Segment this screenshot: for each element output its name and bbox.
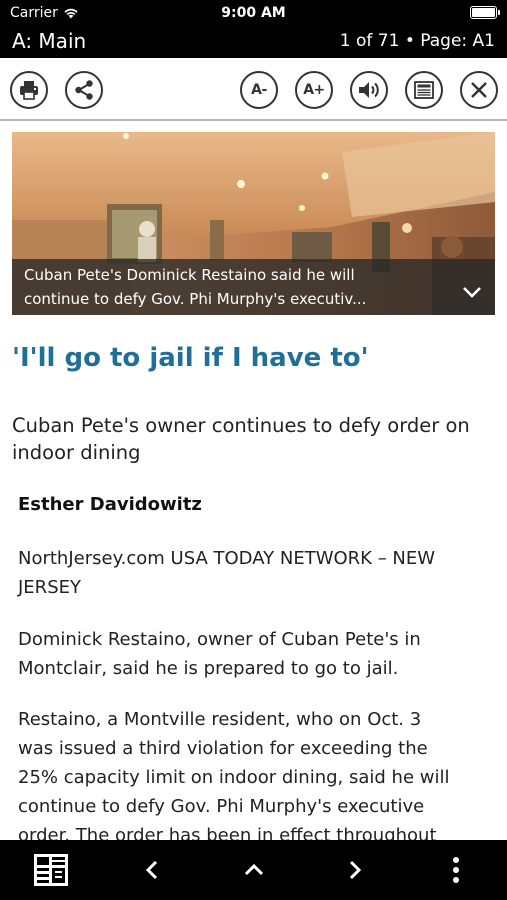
font-decrease-button[interactable]: A-: [240, 71, 278, 109]
article-headline: 'I'll go to jail if I have to': [12, 343, 369, 373]
chevron-down-icon[interactable]: [461, 285, 483, 299]
paragraph-line: order. The order has been in effect thro…: [18, 825, 437, 840]
print-button[interactable]: [10, 71, 48, 109]
next-article-button[interactable]: [337, 852, 373, 888]
article-subhead: Cuban Pete's owner continues to defy ord…: [12, 414, 470, 464]
page-thumbnails-icon: [34, 854, 68, 886]
paragraph-line: Restaino, a Montville resident, who on O…: [18, 709, 422, 730]
close-button[interactable]: [460, 71, 498, 109]
share-button[interactable]: [65, 71, 103, 109]
font-increase-button[interactable]: A+: [295, 71, 333, 109]
clock: 9:00 AM: [221, 5, 286, 21]
article-source: NorthJersey.com USA TODAY NETWORK – NEW …: [18, 548, 436, 598]
article-paragraph: Dominick Restaino, owner of Cuban Pete's…: [18, 629, 421, 679]
article-paragraph: Restaino, a Montville resident, who on O…: [18, 705, 498, 840]
chevron-left-icon: [145, 860, 158, 880]
chevron-up-icon: [244, 863, 264, 876]
chevron-right-icon: [349, 860, 362, 880]
article-byline: Esther Davidowitz: [18, 494, 202, 515]
read-aloud-button[interactable]: [350, 71, 388, 109]
photo-caption[interactable]: Cuban Pete's Dominick Restaino said he w…: [12, 259, 495, 315]
battery-icon: [470, 6, 500, 19]
close-icon: [471, 82, 487, 98]
article-photo[interactable]: Cuban Pete's Dominick Restaino said he w…: [12, 132, 495, 315]
font-decrease-label: A-: [251, 82, 267, 98]
paragraph-line: 25% capacity limit on indoor dining, sai…: [18, 767, 450, 788]
scroll-up-button[interactable]: [236, 852, 272, 888]
bottom-navigation: [0, 840, 507, 900]
font-increase-label: A+: [303, 82, 325, 98]
paragraph-line: continue to defy Gov. Phi Murphy's execu…: [18, 796, 425, 817]
newspaper-icon: [414, 81, 434, 99]
speaker-icon: [359, 82, 379, 98]
printer-icon: [20, 81, 38, 100]
page-thumbnails-button[interactable]: [33, 852, 69, 888]
previous-article-button[interactable]: [134, 852, 170, 888]
share-icon: [75, 80, 93, 100]
more-options-button[interactable]: [438, 852, 474, 888]
paragraph-line: was issued a third violation for exceedi…: [18, 738, 428, 759]
more-vertical-icon: [453, 857, 459, 883]
top-header: Carrier 9:00 AM A: Main 1 of 71 • Page: …: [0, 0, 507, 58]
page-view-button[interactable]: [405, 71, 443, 109]
caption-line-2: continue to defy Gov. Phi Murphy's execu…: [24, 290, 367, 308]
reader-toolbar: A- A+: [0, 58, 507, 121]
screen-content: Carrier 9:00 AM A: Main 1 of 71 • Page: …: [0, 0, 507, 840]
section-title[interactable]: A: Main: [12, 29, 86, 53]
caption-line-1: Cuban Pete's Dominick Restaino said he w…: [24, 266, 355, 284]
page-indicator: 1 of 71 • Page: A1: [339, 31, 495, 51]
